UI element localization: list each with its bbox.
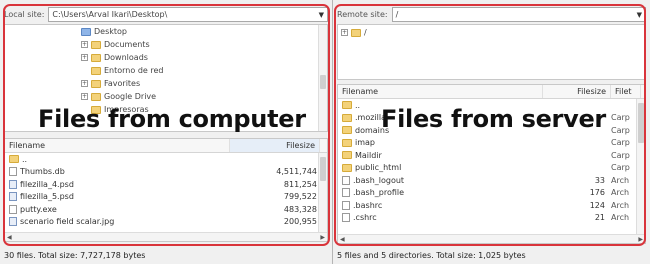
folder-icon: [81, 27, 91, 36]
expand-icon[interactable]: +: [81, 54, 88, 61]
folder-icon: [91, 40, 101, 49]
folder-icon: [342, 163, 352, 172]
list-item[interactable]: filezilla_5.psd 799,522: [5, 191, 327, 204]
expand-icon[interactable]: +: [81, 80, 88, 87]
scroll-thumb[interactable]: [320, 75, 326, 89]
file-icon: [342, 175, 350, 185]
folder-icon: [91, 53, 101, 62]
remote-path-value: /: [395, 9, 399, 19]
list-item[interactable]: filezilla_4.psd 811,254: [5, 178, 327, 191]
tree-item-google-drive[interactable]: + Google Drive: [81, 90, 156, 103]
folder-icon: [91, 79, 101, 88]
column-filetype[interactable]: Filet: [611, 85, 641, 98]
scroll-thumb[interactable]: [320, 157, 326, 181]
list-item[interactable]: scenario field scalar.jpg 200,955: [5, 216, 327, 229]
scroll-thumb[interactable]: [638, 103, 644, 143]
folder-icon: [342, 101, 352, 110]
column-filesize[interactable]: Filesize: [230, 139, 320, 152]
local-file-list[interactable]: Filename Filesize .. Thumbs.db 4,511,744 …: [4, 138, 328, 242]
column-filename[interactable]: Filename: [5, 139, 230, 152]
local-site-bar: Local site: C:\Users\Arval Ikari\Desktop…: [4, 6, 328, 22]
expand-icon[interactable]: +: [341, 29, 348, 36]
executable-icon: [9, 204, 17, 214]
expand-icon[interactable]: +: [81, 93, 88, 100]
list-scrollbar[interactable]: [318, 153, 327, 241]
list-item[interactable]: .bash_logout 33 Arch: [338, 174, 645, 187]
local-list-header: Filename Filesize: [5, 139, 327, 153]
folder-icon: [91, 92, 101, 101]
remote-list-header: Filename Filesize Filet: [338, 85, 645, 99]
tree-item-favorites[interactable]: + Favorites: [81, 77, 140, 90]
list-item[interactable]: .cshrc 21 Arch: [338, 212, 645, 225]
tree-scrollbar[interactable]: [318, 25, 327, 131]
local-caption: Files from computer: [38, 105, 306, 133]
list-item[interactable]: imap Carp: [338, 137, 645, 150]
tree-item-documents[interactable]: + Documents: [81, 38, 150, 51]
file-icon: [9, 167, 17, 177]
remote-site-label: Remote site:: [337, 9, 388, 19]
folder-icon: [9, 155, 19, 164]
list-item[interactable]: .bashrc 124 Arch: [338, 199, 645, 212]
image-file-icon: [9, 179, 17, 189]
remote-caption: Files from server: [381, 105, 606, 133]
file-icon: [342, 200, 350, 210]
tree-item-network[interactable]: Entorno de red: [91, 64, 163, 77]
folder-icon: [351, 28, 361, 37]
remote-path-combo[interactable]: / ▼: [391, 6, 646, 22]
image-file-icon: [9, 217, 17, 227]
list-hscrollbar[interactable]: ◀ ▶: [338, 234, 645, 243]
scroll-right-icon[interactable]: ▶: [638, 236, 643, 243]
folder-icon: [342, 113, 352, 122]
folder-icon: [342, 151, 352, 160]
remote-site-bar: Remote site: / ▼: [337, 6, 646, 22]
file-icon: [342, 213, 350, 223]
chevron-down-icon[interactable]: ▼: [637, 11, 642, 19]
folder-icon: [91, 66, 101, 75]
tree-item-desktop[interactable]: Desktop: [81, 25, 127, 38]
list-item[interactable]: Maildir Carp: [338, 149, 645, 162]
tree-item-downloads[interactable]: + Downloads: [81, 51, 148, 64]
list-scrollbar[interactable]: [636, 99, 645, 243]
local-path-combo[interactable]: C:\Users\Arval Ikari\Desktop\ ▼: [48, 6, 328, 22]
scroll-right-icon[interactable]: ▶: [320, 234, 325, 241]
folder-icon: [342, 138, 352, 147]
local-status-bar: 30 files. Total size: 7,727,178 bytes: [4, 251, 146, 260]
column-filename[interactable]: Filename: [338, 85, 543, 98]
list-hscrollbar[interactable]: ◀ ▶: [5, 232, 327, 241]
local-path-value: C:\Users\Arval Ikari\Desktop\: [52, 9, 168, 19]
tree-item-root[interactable]: + /: [341, 26, 367, 39]
expand-icon[interactable]: +: [81, 41, 88, 48]
folder-icon: [342, 126, 352, 135]
list-item[interactable]: Thumbs.db 4,511,744: [5, 166, 327, 179]
remote-directory-tree[interactable]: + /: [337, 24, 646, 80]
list-item[interactable]: putty.exe 483,328: [5, 203, 327, 216]
image-file-icon: [9, 192, 17, 202]
column-filesize[interactable]: Filesize: [543, 85, 611, 98]
list-item[interactable]: ..: [5, 153, 327, 166]
list-item[interactable]: public_html Carp: [338, 162, 645, 175]
local-site-label: Local site:: [4, 9, 45, 19]
list-item[interactable]: .bash_profile 176 Arch: [338, 187, 645, 200]
scroll-left-icon[interactable]: ◀: [340, 236, 345, 243]
file-icon: [342, 188, 350, 198]
remote-status-bar: 5 files and 5 directories. Total size: 1…: [337, 251, 526, 260]
chevron-down-icon[interactable]: ▼: [319, 11, 324, 19]
scroll-left-icon[interactable]: ◀: [7, 234, 12, 241]
